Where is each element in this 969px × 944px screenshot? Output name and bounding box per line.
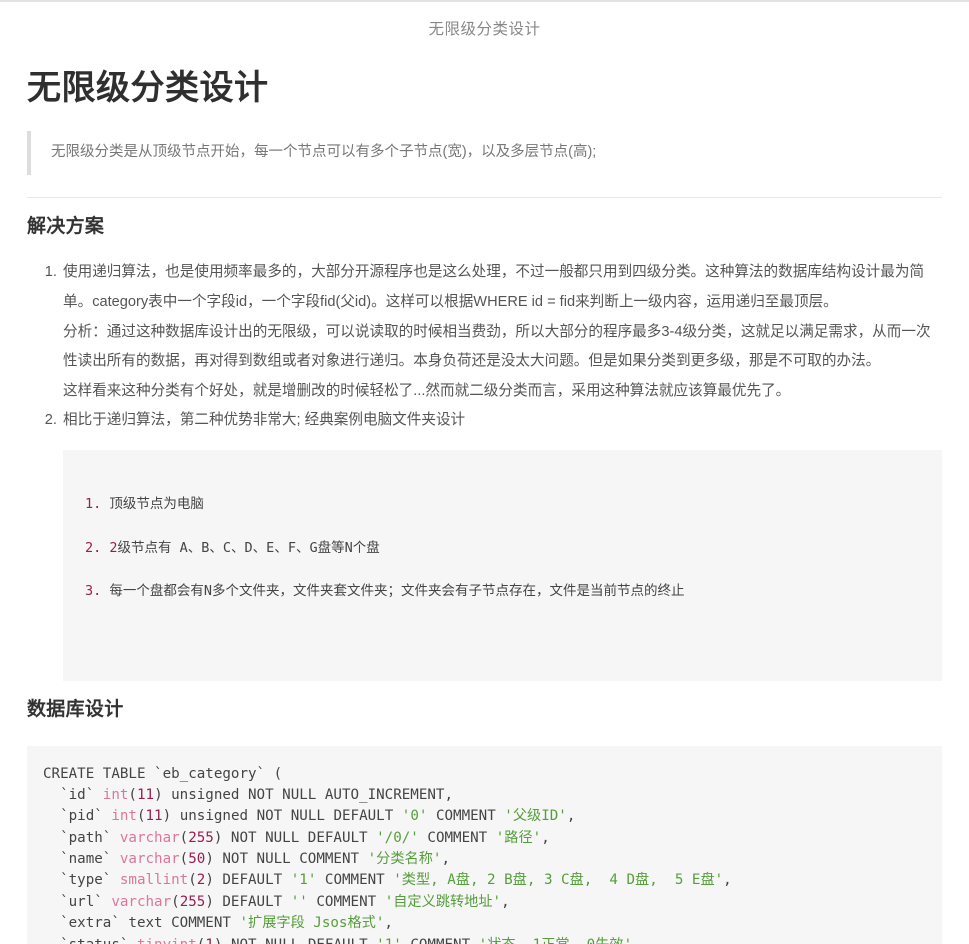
- sql-token-plain: COMMENT: [418, 829, 496, 846]
- sql-token-str: '': [290, 893, 308, 910]
- folder-example-lead-number: 2: [109, 539, 118, 556]
- sql-code-line: `id` int(11) unsigned NOT NULL AUTO_INCR…: [43, 785, 942, 806]
- folder-example-code-block: 1. 顶级节点为电脑 2. 2级节点有 A、B、C、D、E、F、G盘等N个盘 3…: [63, 450, 942, 681]
- sql-token-plain: `extra` text COMMENT: [43, 915, 240, 932]
- sql-token-plain: `pid`: [43, 808, 112, 825]
- sql-token-plain: `path`: [43, 829, 120, 846]
- list-marker: 2.: [85, 539, 102, 556]
- sql-token-num: 255: [188, 829, 214, 846]
- sql-token-type: smallint: [119, 872, 189, 889]
- folder-example-line: 3. 每一个盘都会有N多个文件夹，文件夹套文件夹；文件夹会有子节点存在，文件是当…: [85, 581, 926, 603]
- sql-token-plain: `status`: [43, 937, 137, 944]
- sql-token-plain: ,: [566, 808, 576, 825]
- sql-token-str: '自定义跳转地址': [384, 893, 502, 910]
- sql-token-str: '父级ID': [504, 808, 567, 825]
- sql-token-str: '1': [376, 937, 402, 944]
- sql-token-type: varchar: [111, 893, 172, 910]
- sql-token-plain: ) unsigned NOT NULL DEFAULT: [162, 808, 402, 825]
- list-item: 使用递归算法，也是使用频率最多的，大部分开源程序也是这么处理，不过一般都只用到四…: [61, 258, 942, 406]
- sql-token-plain: `name`: [43, 851, 120, 868]
- sql-token-type: varchar: [119, 829, 180, 846]
- sql-token-str: '/0/': [376, 829, 419, 846]
- sql-token-num: 11: [145, 808, 163, 825]
- sql-token-num: 11: [136, 786, 155, 803]
- sql-token-str: '状态, 1正常, 0失效': [479, 937, 632, 944]
- sql-token-type: tinyint: [137, 937, 197, 944]
- sql-token-plain: (: [179, 851, 189, 868]
- folder-example-line: 1. 顶级节点为电脑: [85, 494, 926, 516]
- sql-code-line: `pid` int(11) unsigned NOT NULL DEFAULT …: [43, 806, 942, 827]
- sql-token-plain: ) DEFAULT: [205, 893, 291, 910]
- folder-example-line: 2. 2级节点有 A、B、C、D、E、F、G盘等N个盘: [85, 538, 926, 560]
- sql-code-line: `path` varchar(255) NOT NULL DEFAULT '/0…: [43, 828, 942, 849]
- sql-token-num: 50: [188, 851, 206, 868]
- list-marker: 3.: [85, 583, 102, 600]
- sql-token-plain: COMMENT: [307, 893, 385, 910]
- folder-example-text: 级节点有 A、B、C、D、E、F、G盘等N个盘: [117, 539, 380, 556]
- section-heading-solution: 解决方案: [27, 215, 105, 237]
- sql-token-str: '类型, A盘, 2 B盘, 3 C盘, 4 D盘, 5 E盘': [393, 872, 724, 889]
- sql-token-plain: COMMENT: [316, 872, 394, 889]
- sql-token-type: varchar: [119, 851, 180, 868]
- list-item-paragraph: 相比于递归算法，第二种优势非常大; 经典案例电脑文件夹设计: [63, 412, 466, 429]
- sql-token-plain: (: [136, 808, 146, 825]
- sql-token-plain: (: [179, 829, 189, 846]
- sql-token-plain: ) unsigned NOT NULL AUTO_INCREMENT,: [154, 786, 454, 803]
- sql-token-plain: ) DEFAULT: [205, 872, 291, 889]
- solution-list: 使用递归算法，也是使用频率最多的，大部分开源程序也是这么处理，不过一般都只用到四…: [27, 258, 942, 681]
- sql-code-line: `url` varchar(255) DEFAULT '' COMMENT '自…: [43, 892, 942, 913]
- sql-code-line: `name` varchar(50) NOT NULL COMMENT '分类名…: [43, 849, 942, 870]
- sql-token-plain: CREATE TABLE `eb_category` (: [43, 765, 283, 782]
- folder-example-text: 顶级节点为电脑: [109, 495, 204, 512]
- sql-token-plain: `id`: [43, 786, 103, 803]
- sql-token-str: '路径': [495, 829, 542, 846]
- section-divider: [27, 196, 942, 198]
- sql-code-block[interactable]: CREATE TABLE `eb_category` ( `id` int(11…: [27, 745, 942, 944]
- sql-token-plain: (: [171, 893, 180, 910]
- sql-token-plain: ) NOT NULL DEFAULT: [213, 829, 377, 846]
- sql-token-str: '分类名称': [367, 851, 442, 868]
- sql-token-plain: ,: [441, 851, 450, 868]
- page-title: 无限级分类设计: [27, 68, 269, 107]
- sql-token-num: 1: [205, 937, 214, 944]
- sql-token-plain: COMMENT: [427, 808, 505, 825]
- sql-token-plain: ) NOT NULL DEFAULT: [214, 937, 376, 944]
- sql-token-type: int: [111, 808, 137, 825]
- sql-code-line: CREATE TABLE `eb_category` (: [43, 764, 942, 785]
- list-item-paragraph: 分析：通过这种数据库设计出的无限级，可以说读取的时候相当费劲，所以大部分的程序最…: [63, 323, 931, 370]
- sql-token-plain: COMMENT: [402, 937, 479, 944]
- folder-example-block-wrap: 1. 顶级节点为电脑 2. 2级节点有 A、B、C、D、E、F、G盘等N个盘 3…: [63, 450, 942, 681]
- sql-code-block-wrap: CREATE TABLE `eb_category` ( `id` int(11…: [27, 745, 942, 944]
- sql-token-str: '1': [290, 872, 317, 889]
- sql-token-plain: ) NOT NULL COMMENT: [205, 851, 368, 868]
- sql-token-plain: ,: [541, 829, 550, 846]
- sql-token-plain: (: [128, 786, 137, 803]
- folder-example-text: 每一个盘都会有N多个文件夹，文件夹套文件夹；文件夹会有子节点存在，文件是当前节点…: [109, 583, 685, 600]
- list-item-paragraph: 使用递归算法，也是使用频率最多的，大部分开源程序也是这么处理，不过一般都只用到四…: [63, 264, 925, 310]
- document-header-title: 无限级分类设计: [428, 21, 541, 38]
- intro-blockquote: 无限级分类是从顶级节点开始，每一个节点可以有多个子节点(宽)，以及多层节点(高)…: [27, 131, 942, 175]
- sql-token-plain: ,: [632, 937, 641, 944]
- sql-code-line: `extra` text COMMENT '扩展字段 Jsos格式',: [43, 913, 942, 934]
- list-marker: 1.: [85, 495, 102, 512]
- sql-token-plain: (: [188, 872, 197, 889]
- sql-code-line: `type` smallint(2) DEFAULT '1' COMMENT '…: [43, 870, 942, 891]
- sql-token-plain: `type`: [43, 872, 120, 889]
- sql-token-plain: ,: [501, 893, 510, 910]
- page-root: 无限级分类设计 无限级分类设计 无限级分类是从顶级节点开始，每一个节点可以有多个…: [0, 0, 969, 944]
- sql-token-str: '扩展字段 Jsos格式': [239, 915, 385, 932]
- section-heading-database: 数据库设计: [27, 698, 124, 720]
- sql-token-plain: ,: [723, 872, 732, 889]
- list-item-paragraph: 这样看来这种分类有个好处，就是增删改的时候轻松了...然而就二级分类而言，采用这…: [63, 382, 791, 399]
- sql-token-plain: `url`: [43, 893, 112, 910]
- article-content: 无限级分类设计 无限级分类是从顶级节点开始，每一个节点可以有多个子节点(宽)，以…: [0, 67, 969, 944]
- list-item: 相比于递归算法，第二种优势非常大; 经典案例电脑文件夹设计 1. 顶级节点为电脑…: [61, 406, 942, 681]
- sql-token-type: int: [102, 786, 129, 803]
- sql-code-line: `status` tinyint(1) NOT NULL DEFAULT '1'…: [43, 935, 942, 944]
- sql-token-num: 255: [179, 893, 206, 910]
- sql-token-str: '0': [401, 808, 428, 825]
- sql-token-plain: ,: [384, 915, 393, 932]
